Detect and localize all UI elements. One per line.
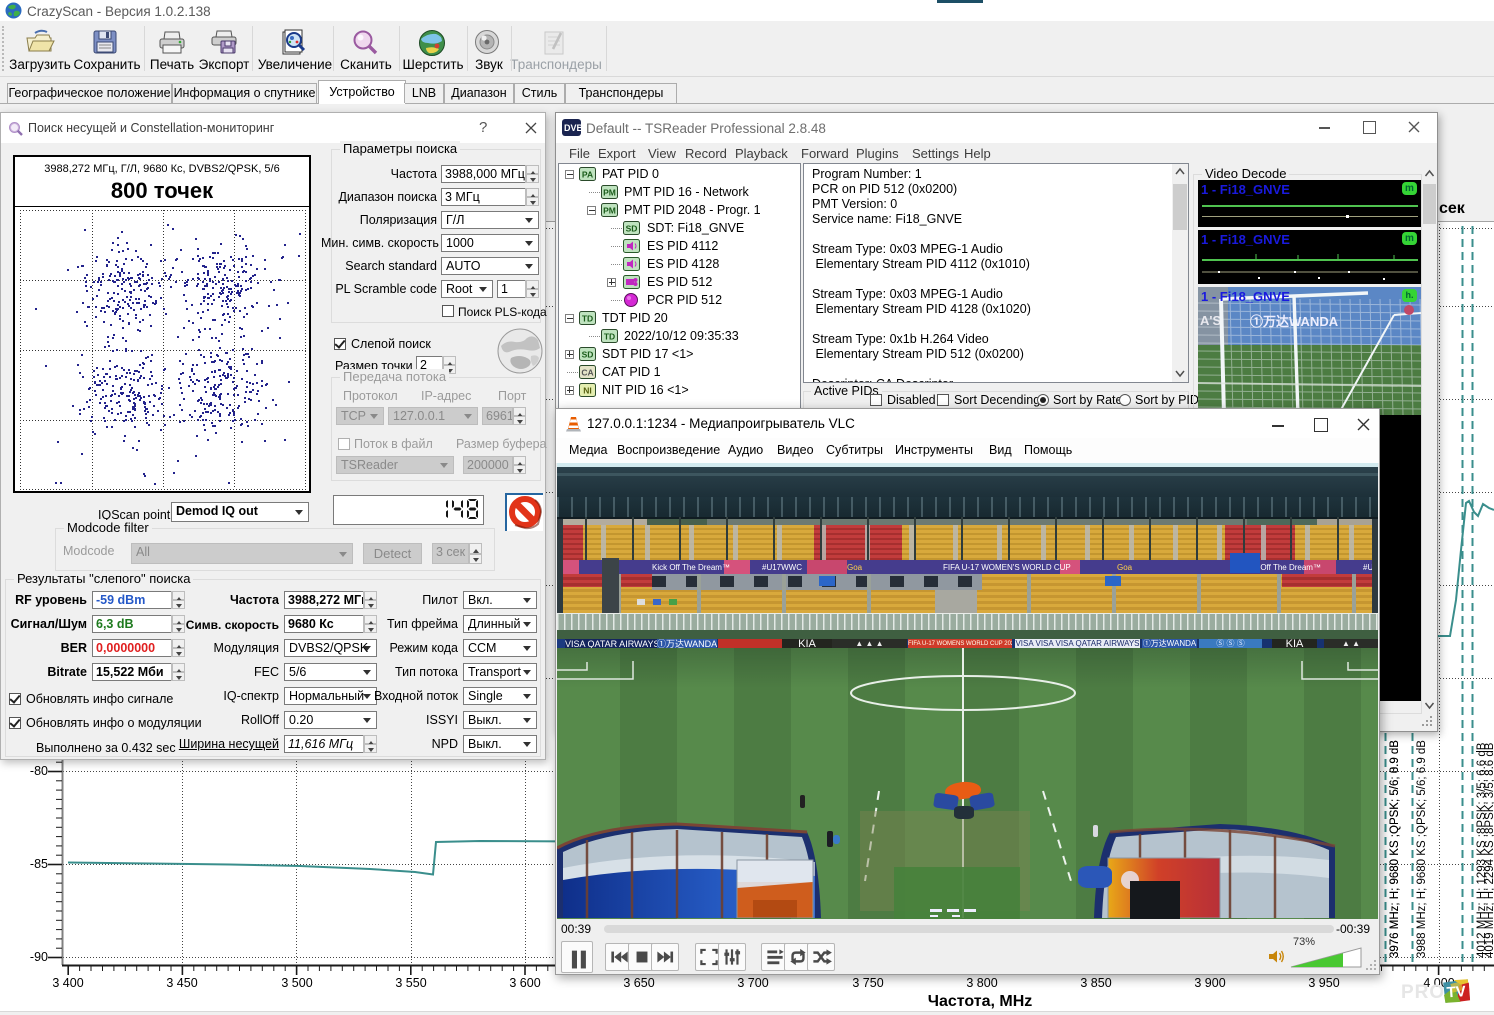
svg-text:TD: TD [582,314,593,324]
svg-text:SD: SD [626,224,638,234]
svg-text:TD: TD [604,332,615,342]
svg-text:PM: PM [603,206,616,216]
svg-text:CA: CA [581,368,593,378]
svg-text:PM: PM [603,188,616,198]
svg-text:PA: PA [582,170,593,180]
svg-text:NI: NI [583,386,592,396]
svg-text:TV: TV [1446,983,1466,1001]
svg-text:SD: SD [582,350,594,360]
